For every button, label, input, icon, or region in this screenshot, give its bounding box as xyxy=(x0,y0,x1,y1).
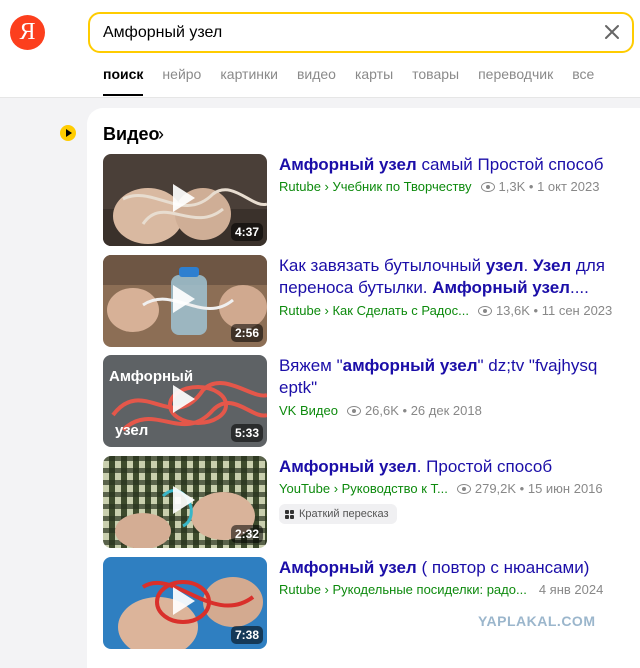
video-title[interactable]: Вяжем "амфорный узел" dz;tv "fvajhysq ep… xyxy=(279,355,619,399)
meta-separator: • xyxy=(525,179,538,194)
video-meta: VK Видео 26,6K • 26 дек 2018 xyxy=(279,403,482,418)
video-thumbnail[interactable]: 7:38 xyxy=(103,557,267,649)
video-source[interactable]: Rutube › Как Сделать с Радос... xyxy=(279,303,469,318)
video-duration: 5:33 xyxy=(230,424,263,442)
video-result[interactable]: 2:56 Как завязать бутылочный узел. Узел … xyxy=(103,255,640,348)
eye-icon xyxy=(477,305,492,316)
video-source[interactable]: Rutube › Рукодельные посиделки: радо... xyxy=(279,582,527,597)
video-result[interactable]: Амфорный узел 5:33 Вяжем "амфорный узел"… xyxy=(103,355,640,448)
video-meta: Rutube › Рукодельные посиделки: радо... … xyxy=(279,582,603,597)
video-title[interactable]: Амфорный узел ( повтор с нюансами) xyxy=(279,557,619,579)
video-views: 13,6K xyxy=(495,303,530,318)
meta-separator: • xyxy=(516,481,528,496)
search-input[interactable]: Амфорный узел xyxy=(88,12,634,53)
video-result[interactable]: 2:32 Амфорный узел. Простой способ YouTu… xyxy=(103,456,640,549)
eye-icon xyxy=(456,483,471,494)
yandex-logo[interactable]: Я xyxy=(10,15,45,50)
play-icon xyxy=(173,385,195,413)
video-meta: Rutube › Как Сделать с Радос... 13,6K • … xyxy=(279,303,612,318)
tab-video[interactable]: видео xyxy=(297,66,336,97)
chip-label: Краткий пересказ xyxy=(299,508,389,520)
video-views: 26,6K xyxy=(364,403,399,418)
video-thumbnail[interactable]: 2:32 xyxy=(103,456,267,548)
video-meta: Rutube › Учебник по Творчеству 1,3K • 1 … xyxy=(279,179,599,194)
video-date: 4 янв 2024 xyxy=(538,582,604,597)
watermark: YAPLAKAL.COM xyxy=(478,613,596,629)
video-duration: 4:37 xyxy=(230,223,263,241)
video-title[interactable]: Как завязать бутылочный узел. Узел для п… xyxy=(279,255,619,299)
play-icon xyxy=(173,285,195,313)
close-icon[interactable] xyxy=(602,22,622,42)
tab-images[interactable]: картинки xyxy=(220,66,278,97)
video-views: 1,3K xyxy=(498,179,526,194)
play-icon xyxy=(173,486,195,514)
chevron-right-icon[interactable]: › xyxy=(158,124,164,145)
search-tabs: поиск нейро картинки видео карты товары … xyxy=(103,66,613,97)
video-source[interactable]: Rutube › Учебник по Творчеству xyxy=(279,179,472,194)
tab-maps[interactable]: карты xyxy=(355,66,393,97)
meta-separator: • xyxy=(398,403,411,418)
video-result[interactable]: 7:38 Амфорный узел ( повтор с нюансами) … xyxy=(103,557,640,650)
eye-icon xyxy=(346,405,361,416)
tab-products[interactable]: товары xyxy=(412,66,459,97)
meta-separator: • xyxy=(529,303,542,318)
video-source[interactable]: VK Видео xyxy=(279,403,338,418)
video-views: 279,2K xyxy=(474,481,517,496)
video-duration: 2:56 xyxy=(230,324,263,342)
video-meta: YouTube › Руководство к Т... 279,2K • 15… xyxy=(279,481,603,496)
video-date: 1 окт 2023 xyxy=(537,179,600,194)
video-date: 15 июн 2016 xyxy=(527,481,603,496)
tab-all[interactable]: все xyxy=(572,66,594,97)
video-source[interactable]: YouTube › Руководство к Т... xyxy=(279,481,448,496)
video-thumbnail[interactable]: 4:37 xyxy=(103,154,267,246)
section-title[interactable]: Видео xyxy=(103,124,160,145)
video-result[interactable]: 4:37 Амфорный узел самый Простой способ … xyxy=(103,154,640,247)
tab-translator[interactable]: переводчик xyxy=(478,66,553,97)
play-icon xyxy=(173,587,195,615)
tab-search[interactable]: поиск xyxy=(103,66,144,97)
video-title[interactable]: Амфорный узел самый Простой способ xyxy=(279,154,619,176)
play-icon xyxy=(173,184,195,212)
video-date: 11 сен 2023 xyxy=(541,303,613,318)
thumb-caption-top: Амфорный xyxy=(109,368,193,385)
video-duration: 7:38 xyxy=(230,626,263,644)
search-query[interactable]: Амфорный узел xyxy=(103,24,222,42)
video-title[interactable]: Амфорный узел. Простой способ xyxy=(279,456,619,478)
summary-icon xyxy=(285,509,294,519)
eye-icon xyxy=(480,181,495,192)
video-thumbnail[interactable]: Амфорный узел 5:33 xyxy=(103,355,267,447)
thumb-caption-bottom: узел xyxy=(115,422,148,439)
video-thumbnail[interactable]: 2:56 xyxy=(103,255,267,347)
video-duration: 2:32 xyxy=(230,525,263,543)
video-section-icon xyxy=(60,125,76,141)
tab-neuro[interactable]: нейро xyxy=(162,66,201,97)
summary-chip[interactable]: Краткий пересказ xyxy=(279,504,397,524)
video-date: 26 дек 2018 xyxy=(410,403,482,418)
